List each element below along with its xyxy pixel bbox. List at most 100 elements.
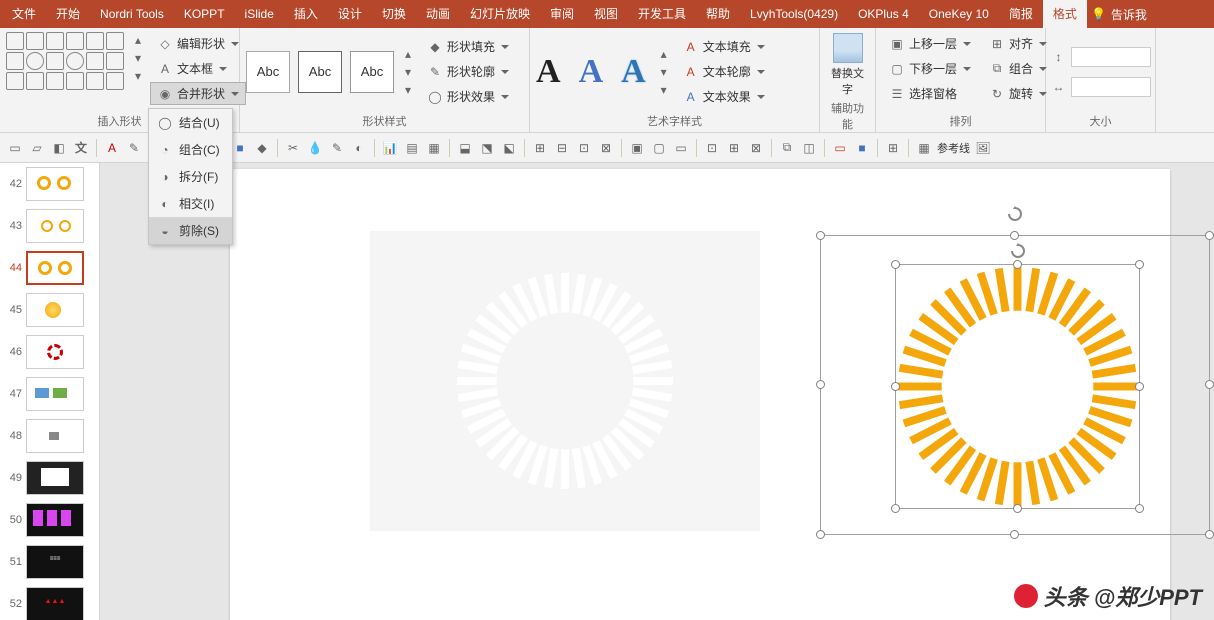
tab-file[interactable]: 文件 (2, 0, 46, 28)
tab-transition[interactable]: 切换 (372, 0, 416, 28)
style-more-icon[interactable]: ▾ (400, 82, 416, 98)
thumb-47[interactable]: 47 (0, 373, 99, 415)
tab-help[interactable]: 帮助 (696, 0, 740, 28)
tab-islide[interactable]: iSlide (235, 0, 284, 28)
qi-16[interactable]: ▤ (403, 139, 421, 157)
tab-insert[interactable]: 插入 (284, 0, 328, 28)
wordart-gallery[interactable]: AAA (536, 53, 646, 91)
merge-union[interactable]: ◯结合(U) (149, 109, 232, 136)
thumb-46[interactable]: 46 (0, 331, 99, 373)
qi-13[interactable]: ✎ (328, 139, 346, 157)
scroll-down-icon[interactable]: ▾ (130, 50, 146, 66)
qi-24[interactable]: ⊠ (597, 139, 615, 157)
qi-3[interactable]: ◧ (50, 139, 68, 157)
qi-19[interactable]: ⬔ (478, 139, 496, 157)
tab-okplus[interactable]: OKPlus 4 (848, 0, 919, 28)
thumb-45[interactable]: 45 (0, 289, 99, 331)
qi-22[interactable]: ⊟ (553, 139, 571, 157)
tab-onekey[interactable]: OneKey 10 (919, 0, 999, 28)
text-effects-button[interactable]: A文本效果 (676, 85, 772, 108)
thumb-49[interactable]: 49 (0, 457, 99, 499)
qi-4[interactable]: 文 (72, 139, 90, 157)
shape-outline-button[interactable]: ✎形状轮廓 (420, 60, 516, 83)
bring-forward-button[interactable]: ▣上移一层 (882, 32, 978, 55)
shape-fill-button[interactable]: ◆形状填充 (420, 35, 516, 58)
qi-2[interactable]: ▱ (28, 139, 46, 157)
send-backward-button[interactable]: ▢下移一层 (882, 57, 978, 80)
rotate-button[interactable]: ↻旋转 (982, 82, 1054, 105)
thumb-43[interactable]: 43 (0, 205, 99, 247)
merge-fragment[interactable]: ◑拆分(F) (149, 163, 232, 190)
qi-guides-label[interactable]: 参考线 (937, 140, 970, 156)
selection-box-inner[interactable] (895, 264, 1140, 509)
qi-35[interactable]: ⊞ (884, 139, 902, 157)
merge-subtract[interactable]: ◒剪除(S) (149, 217, 232, 244)
qi-20[interactable]: ⬕ (500, 139, 518, 157)
qi-17[interactable]: ▦ (425, 139, 443, 157)
text-fill-button[interactable]: A文本填充 (676, 35, 772, 58)
merge-shapes-button[interactable]: ◉合并形状 (150, 82, 246, 105)
qi-10[interactable]: ■ (231, 139, 249, 157)
style-down-icon[interactable]: ▾ (400, 64, 416, 80)
wa-down-icon[interactable]: ▾ (656, 64, 672, 80)
textbox-button[interactable]: A文本框 (150, 57, 246, 80)
qi-29[interactable]: ⊞ (725, 139, 743, 157)
style-up-icon[interactable]: ▴ (400, 46, 416, 62)
shape-bg-rect[interactable] (370, 231, 760, 531)
qi-21[interactable]: ⊞ (531, 139, 549, 157)
width-input[interactable] (1071, 77, 1151, 97)
scroll-up-icon[interactable]: ▴ (130, 32, 146, 48)
expand-gallery-icon[interactable]: ▾ (130, 68, 146, 84)
qi-31[interactable]: ⧉ (778, 139, 796, 157)
qi-14[interactable]: ◐ (350, 139, 368, 157)
qi-last[interactable]: 🖼 (974, 139, 992, 157)
tab-review[interactable]: 审阅 (540, 0, 584, 28)
selection-pane-button[interactable]: ☰选择窗格 (882, 82, 978, 105)
tell-me[interactable]: 💡 告诉我 (1091, 6, 1147, 23)
align-button[interactable]: ⊞对齐 (982, 32, 1054, 55)
rotate-handle-inner[interactable] (1010, 243, 1026, 259)
merge-combine[interactable]: ◔组合(C) (149, 136, 232, 163)
qi-25[interactable]: ▣ (628, 139, 646, 157)
height-input[interactable] (1071, 47, 1151, 67)
qi-15[interactable]: 📊 (381, 139, 399, 157)
qi-eyedrop[interactable]: 💧 (306, 139, 324, 157)
thumb-44[interactable]: 44 (0, 247, 99, 289)
style-gallery[interactable]: Abc Abc Abc (246, 51, 394, 93)
rotate-handle-outer[interactable] (1007, 206, 1023, 222)
group-button[interactable]: ⧉组合 (982, 57, 1054, 80)
thumb-50[interactable]: 50 (0, 499, 99, 541)
qi-6[interactable]: ✎ (125, 139, 143, 157)
tab-koppt[interactable]: KOPPT (174, 0, 235, 28)
tab-design[interactable]: 设计 (328, 0, 372, 28)
tab-home[interactable]: 开始 (46, 0, 90, 28)
tab-view[interactable]: 视图 (584, 0, 628, 28)
thumb-42[interactable]: 42 (0, 163, 99, 205)
qi-1[interactable]: ▭ (6, 139, 24, 157)
slide-canvas[interactable] (100, 163, 1214, 620)
tab-slideshow[interactable]: 幻灯片放映 (460, 0, 540, 28)
tab-jianbao[interactable]: 简报 (999, 0, 1043, 28)
tab-dev[interactable]: 开发工具 (628, 0, 696, 28)
tab-format[interactable]: 格式 (1043, 0, 1087, 28)
qi-26[interactable]: ▢ (650, 139, 668, 157)
alt-text-button[interactable]: 替换文字 (826, 32, 869, 98)
qi-11[interactable]: ◆ (253, 139, 271, 157)
qi-guides-icon[interactable]: ▦ (915, 139, 933, 157)
shape-gallery[interactable] (6, 32, 124, 111)
qi-33[interactable]: ▭ (831, 139, 849, 157)
wa-up-icon[interactable]: ▴ (656, 46, 672, 62)
qi-18[interactable]: ⬓ (456, 139, 474, 157)
thumb-51[interactable]: 51≡≡≡ (0, 541, 99, 583)
qi-5[interactable]: A (103, 139, 121, 157)
text-outline-button[interactable]: A文本轮廓 (676, 60, 772, 83)
merge-intersect[interactable]: ◐相交(I) (149, 190, 232, 217)
edit-shape-button[interactable]: ◇编辑形状 (150, 32, 246, 55)
thumb-52[interactable]: 52▲▲▲ (0, 583, 99, 620)
qi-12[interactable]: ✂ (284, 139, 302, 157)
qi-34[interactable]: ■ (853, 139, 871, 157)
qi-32[interactable]: ◫ (800, 139, 818, 157)
qi-30[interactable]: ⊠ (747, 139, 765, 157)
wa-more-icon[interactable]: ▾ (656, 82, 672, 98)
qi-28[interactable]: ⊡ (703, 139, 721, 157)
